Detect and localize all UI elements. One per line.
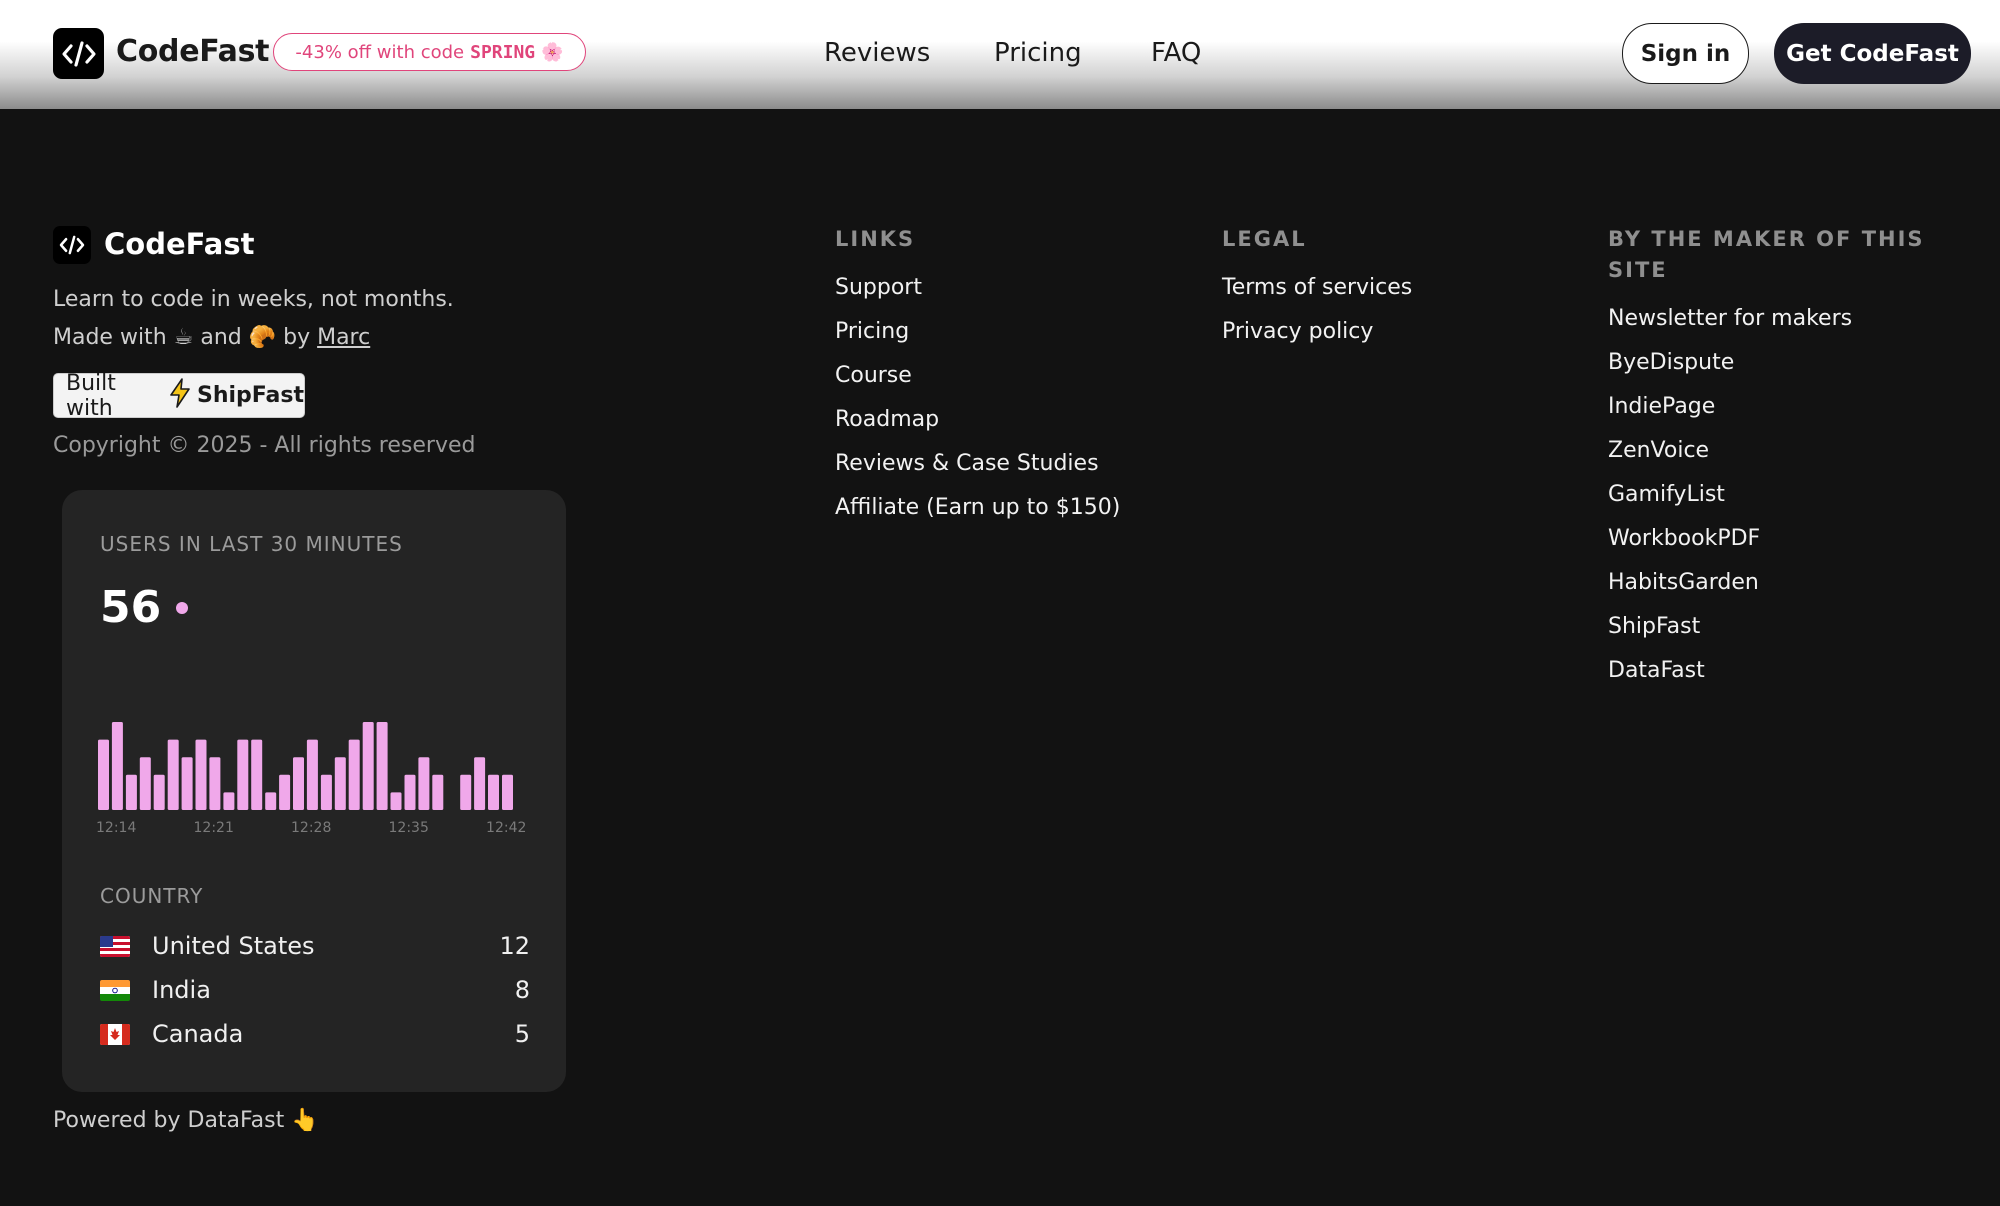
footer-link-indiepage[interactable]: IndiePage (1608, 394, 1715, 419)
built-with-label: Built with (66, 370, 116, 421)
sign-in-button[interactable]: Sign in (1622, 23, 1749, 84)
chart-bar[interactable] (98, 739, 109, 810)
footer-link-newsletter[interactable]: Newsletter for makers (1608, 306, 1852, 331)
flower-icon: 🌸 (541, 41, 564, 63)
footer-link-support[interactable]: Support (835, 275, 922, 300)
chart-bar[interactable] (279, 774, 291, 810)
footer-link-gamifylist[interactable]: GamifyList (1608, 482, 1725, 507)
maker-heading-line1: BY THE MAKER OF THIS (1608, 227, 1925, 251)
chart-tick-label: 12:14 (96, 820, 137, 836)
chart-bar[interactable] (334, 757, 346, 810)
legal-heading: LEGAL (1222, 227, 1307, 251)
maker-heading: BY THE MAKER OF THIS SITE (1608, 224, 1925, 286)
brand-name[interactable]: CodeFast (116, 34, 270, 69)
footer-brand-name[interactable]: CodeFast (104, 227, 254, 261)
chart-bar[interactable] (320, 774, 332, 810)
footer-link-reviews[interactable]: Reviews & Case Studies (835, 451, 1099, 476)
chart-tick-label: 12:35 (388, 820, 429, 836)
powered-by-datafast-link[interactable]: Powered by DataFast 👆 (53, 1108, 319, 1133)
chart-bar[interactable] (125, 774, 137, 810)
country-name: Canada (152, 1020, 244, 1048)
author-link[interactable]: Marc (317, 325, 370, 350)
promo-text: -43% off with code (295, 41, 465, 63)
chart-bar[interactable] (181, 757, 193, 810)
footer-link-shipfast[interactable]: ShipFast (1608, 614, 1700, 639)
country-count: 5 (514, 1020, 530, 1048)
footer-code-logo-icon[interactable] (53, 226, 91, 264)
made-with-prefix: Made with ☕ and 🥐 by (53, 325, 318, 350)
maker-heading-line2: SITE (1608, 258, 1668, 282)
nav-reviews[interactable]: Reviews (824, 38, 930, 68)
chart-bar[interactable] (348, 739, 360, 810)
footer-link-datafast[interactable]: DataFast (1608, 658, 1705, 683)
country-name: India (152, 976, 211, 1004)
footer-link-habitsgarden[interactable]: HabitsGarden (1608, 570, 1759, 595)
chart-bar[interactable] (223, 792, 235, 810)
copyright-text: Copyright © 2025 - All rights reserved (53, 433, 476, 458)
chart-bar[interactable] (237, 739, 249, 810)
footer-link-pricing[interactable]: Pricing (835, 319, 909, 344)
chart-tick-label: 12:21 (193, 820, 234, 836)
chart-bar[interactable] (195, 739, 207, 810)
chart-bar[interactable] (418, 757, 430, 810)
lightning-icon (169, 377, 191, 414)
chart-tick-label: 12:42 (486, 820, 527, 836)
chart-bar[interactable] (209, 757, 221, 810)
top-navbar: CodeFast -43% off with code SPRING 🌸 Rev… (0, 0, 2000, 109)
chart-bar[interactable] (153, 774, 165, 810)
chart-tick-label: 12:28 (291, 820, 332, 836)
visitors-bar-chart (98, 722, 513, 810)
footer-tagline: Learn to code in weeks, not months. (53, 287, 454, 312)
chart-bar[interactable] (404, 774, 416, 810)
live-visitors-widget: USERS IN LAST 30 MINUTES 56 12:14 12:21 12… (62, 490, 566, 1092)
country-name: United States (152, 932, 315, 960)
country-title: COUNTRY (100, 884, 204, 908)
code-logo-icon[interactable] (53, 28, 104, 79)
built-with-product: ShipFast (197, 383, 304, 408)
footer-link-zenvoice[interactable]: ZenVoice (1608, 438, 1709, 463)
chart-bar[interactable] (265, 792, 277, 810)
country-row: India 8 (100, 972, 530, 1008)
chart-bar[interactable] (167, 739, 179, 810)
country-count: 8 (514, 976, 530, 1004)
get-codefast-button[interactable]: Get CodeFast (1774, 23, 1971, 84)
made-with-text: Made with ☕ and 🥐 by Marc (53, 325, 370, 350)
promo-code: SPRING (470, 41, 536, 63)
visitors-title: USERS IN LAST 30 MINUTES (100, 532, 403, 556)
nav-faq[interactable]: FAQ (1151, 38, 1201, 68)
country-row: United States 12 (100, 928, 530, 964)
live-dot-icon (176, 602, 188, 614)
chart-bar[interactable] (488, 774, 499, 810)
chart-bar[interactable] (432, 774, 444, 810)
nav-pricing[interactable]: Pricing (994, 38, 1082, 68)
india-flag-icon (100, 979, 130, 1001)
promo-badge: -43% off with code SPRING 🌸 (273, 33, 586, 71)
chart-bar[interactable] (111, 722, 123, 810)
chart-bar[interactable] (474, 757, 486, 810)
chart-bar[interactable] (306, 739, 318, 810)
footer-link-privacy[interactable]: Privacy policy (1222, 319, 1373, 344)
country-count: 12 (499, 932, 530, 960)
footer-link-terms[interactable]: Terms of services (1222, 275, 1412, 300)
footer-link-workbookpdf[interactable]: WorkbookPDF (1608, 526, 1760, 551)
chart-bar[interactable] (390, 792, 402, 810)
footer-link-affiliate[interactable]: Affiliate (Earn up to $150) (835, 495, 1120, 520)
chart-bar[interactable] (139, 757, 151, 810)
chart-bar[interactable] (293, 757, 304, 810)
visitors-count: 56 (100, 582, 162, 633)
footer-link-course[interactable]: Course (835, 363, 912, 388)
built-with-shipfast-badge[interactable]: Built with ShipFast (53, 370, 305, 421)
footer-link-byedispute[interactable]: ByeDispute (1608, 350, 1734, 375)
footer-link-roadmap[interactable]: Roadmap (835, 407, 939, 432)
chart-bar[interactable] (251, 739, 263, 810)
country-row: Canada 5 (100, 1016, 530, 1052)
us-flag-icon (100, 935, 130, 957)
chart-bar[interactable] (376, 722, 388, 810)
chart-bar[interactable] (502, 774, 513, 810)
chart-bar[interactable] (460, 774, 472, 810)
chart-bar[interactable] (362, 722, 374, 810)
links-heading: LINKS (835, 227, 916, 251)
canada-flag-icon (100, 1023, 130, 1045)
